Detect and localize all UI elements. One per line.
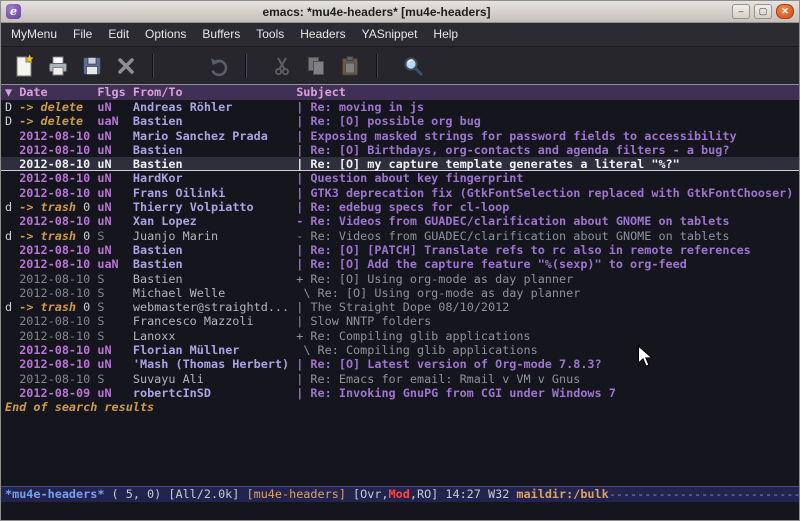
paste-button[interactable]: [333, 51, 367, 81]
message-row[interactable]: 2012-08-10 uN HardKor | Question about k…: [1, 171, 799, 185]
message-row[interactable]: 2012-08-10 uN Florian Müllner \ Re: Comp…: [1, 343, 799, 357]
paste-icon: [338, 54, 362, 78]
copy-button[interactable]: [299, 51, 333, 81]
menu-item-buffers[interactable]: Buffers: [194, 23, 248, 46]
message-row[interactable]: d -> trash 0 S webmaster@straightd... | …: [1, 300, 799, 314]
buffer-empty-area: [1, 415, 799, 486]
menu-item-file[interactable]: File: [65, 23, 100, 46]
message-row[interactable]: 2012-08-10 uaN Bastien | Re: [O] Add the…: [1, 257, 799, 271]
message-row[interactable]: 2012-08-10 uN Bastien | Re: [O] Birthday…: [1, 143, 799, 157]
close-button[interactable]: ✕: [776, 4, 794, 19]
menu-item-mymenu[interactable]: MyMenu: [3, 23, 65, 46]
menu-bar: MyMenuFileEditOptionsBuffersToolsHeaders…: [1, 23, 799, 47]
mode-line: *mu4e-headers* ( 5, 0) [All/2.0k] [mu4e-…: [1, 486, 799, 502]
window-title: emacs: *mu4e-headers* [mu4e-headers]: [21, 5, 732, 19]
cut-button[interactable]: [265, 51, 299, 81]
headers-column-header[interactable]: ▼ Date Flgs From/To Subject: [1, 85, 799, 100]
new-file-button[interactable]: [7, 51, 41, 81]
message-row[interactable]: 2012-08-10 S Bastien + Re: [O] Using org…: [1, 272, 799, 286]
toolbar-separator: [152, 54, 153, 78]
message-row[interactable]: D -> delete uN Andreas Röhler | Re: movi…: [1, 100, 799, 114]
message-row[interactable]: 2012-08-10 uN Bastien | Re: [O] [PATCH] …: [1, 243, 799, 257]
message-row[interactable]: 2012-08-10 S Suvayu Ali | Re: Emacs for …: [1, 372, 799, 386]
close-buffer-icon: [114, 54, 138, 78]
mu4e-headers-buffer: D -> delete uN Andreas Röhler | Re: movi…: [1, 100, 799, 486]
message-row[interactable]: D -> delete uaN Bastien | Re: [O] possib…: [1, 114, 799, 128]
message-row[interactable]: 2012-08-10 uN Bastien | Re: [O] my captu…: [1, 157, 799, 171]
new-file-icon: [12, 54, 36, 78]
title-bar: e emacs: *mu4e-headers* [mu4e-headers] –…: [1, 1, 799, 23]
search-icon: [401, 54, 425, 78]
message-row[interactable]: 2012-08-10 S Lanoxx + Re: Compiling glib…: [1, 329, 799, 343]
message-row[interactable]: 2012-08-10 uN 'Mash (Thomas Herbert) | R…: [1, 357, 799, 371]
undo-button[interactable]: [202, 51, 236, 81]
minibuffer[interactable]: [1, 502, 799, 520]
toolbar-separator: [376, 54, 377, 78]
message-row[interactable]: d -> trash 0 uN Thierry Volpiatto | Re: …: [1, 200, 799, 214]
save-icon: [80, 54, 104, 78]
message-row[interactable]: 2012-08-10 uN Frans Oilinki | GTK3 depre…: [1, 186, 799, 200]
emacs-app-icon: e: [6, 4, 21, 19]
print-icon: [46, 54, 70, 78]
message-row[interactable]: 2012-08-10 S Francesco Mazzoli | Slow NN…: [1, 314, 799, 328]
menu-item-tools[interactable]: Tools: [248, 23, 292, 46]
save-button[interactable]: [75, 51, 109, 81]
close-buffer-button[interactable]: [109, 51, 143, 81]
message-row[interactable]: 2012-08-10 S Michael Welle \ Re: [O] Usi…: [1, 286, 799, 300]
minimize-button[interactable]: –: [732, 4, 750, 19]
menu-item-yasnippet[interactable]: YASnippet: [354, 23, 426, 46]
menu-item-edit[interactable]: Edit: [100, 23, 137, 46]
maximize-button[interactable]: ▢: [754, 4, 772, 19]
emacs-window: e emacs: *mu4e-headers* [mu4e-headers] –…: [0, 0, 800, 521]
message-row[interactable]: 2012-08-10 uN Xan Lopez - Re: Videos fro…: [1, 214, 799, 228]
end-of-results-marker: End of search results: [1, 400, 799, 414]
menu-item-headers[interactable]: Headers: [292, 23, 353, 46]
menu-item-help[interactable]: Help: [425, 23, 466, 46]
copy-icon: [304, 54, 328, 78]
cut-icon: [270, 54, 294, 78]
message-row[interactable]: 2012-08-09 uN robertcInSD | Re: Invoking…: [1, 386, 799, 400]
message-row[interactable]: 2012-08-10 uN Mario Sanchez Prada | Expo…: [1, 129, 799, 143]
undo-icon: [207, 54, 231, 78]
menu-item-options[interactable]: Options: [137, 23, 194, 46]
search-button[interactable]: [396, 51, 430, 81]
tool-bar: [1, 47, 799, 85]
window-controls: – ▢ ✕: [732, 4, 794, 19]
message-row[interactable]: d -> trash 0 S Juanjo Marin - Re: Videos…: [1, 229, 799, 243]
print-button[interactable]: [41, 51, 75, 81]
toolbar-separator: [245, 54, 246, 78]
